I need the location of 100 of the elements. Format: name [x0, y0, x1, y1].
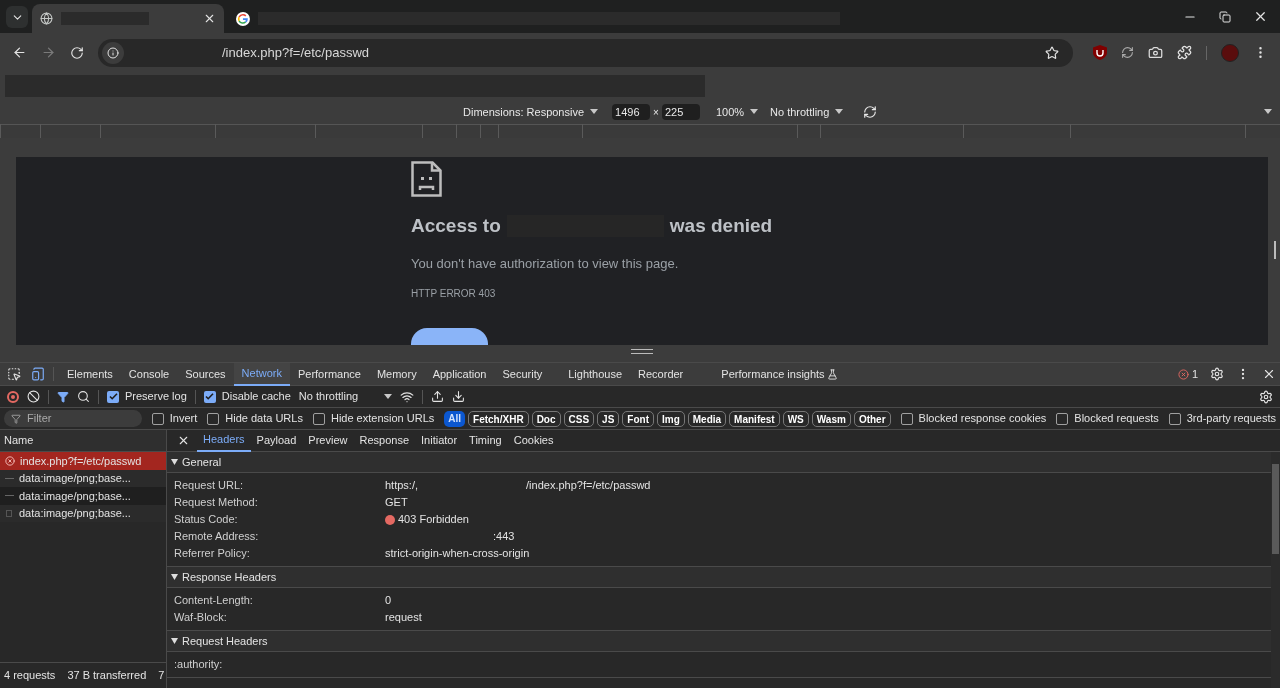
detail-tab[interactable]: Timing: [463, 429, 508, 452]
throttling-dropdown[interactable]: No throttling: [770, 103, 844, 121]
export-icon[interactable]: [452, 390, 466, 403]
address-bar[interactable]: /index.php?f=/etc/passwd: [97, 38, 1074, 67]
throttling-dropdown[interactable]: No throttling: [298, 388, 393, 405]
clear-icon[interactable]: [27, 390, 40, 403]
devtools-tab[interactable]: Security: [494, 362, 551, 386]
type-filter-chip[interactable]: CSS: [563, 410, 595, 427]
inspect-icon[interactable]: [7, 367, 21, 381]
section-header[interactable]: Request Headers: [167, 631, 1271, 652]
devtools-tab[interactable]: Performance: [289, 362, 369, 386]
close-window-icon[interactable]: [1253, 9, 1268, 24]
type-filter-chip[interactable]: Media: [687, 410, 727, 427]
back-icon[interactable]: [12, 45, 27, 60]
forward-icon[interactable]: [41, 45, 56, 60]
devtools-tab[interactable]: Console: [120, 362, 178, 386]
checkbox[interactable]: Blocked requests: [1056, 410, 1159, 427]
checkbox[interactable]: Hide extension URLs: [312, 410, 435, 427]
header-value: GET: [385, 495, 408, 511]
header-value: 0: [385, 593, 392, 609]
devtools-tab[interactable]: Network: [233, 362, 290, 386]
drag-handle[interactable]: [631, 349, 653, 354]
header-name: Referrer Policy:: [174, 546, 251, 562]
times-sign: ×: [653, 105, 659, 120]
camera-icon[interactable]: [1148, 45, 1164, 60]
request-name: data:image/png;base...: [19, 506, 131, 521]
devtools-tab[interactable]: Memory: [368, 362, 425, 386]
checkbox[interactable]: 3rd-party requests: [1168, 410, 1276, 427]
request-row[interactable]: index.php?f=/etc/passwd: [0, 452, 166, 470]
close-tab-icon[interactable]: [203, 12, 216, 25]
request-name: index.php?f=/etc/passwd: [20, 453, 142, 469]
caret-icon: [384, 393, 393, 400]
type-filter-chip[interactable]: Font: [622, 410, 654, 427]
globe-icon: [40, 12, 53, 25]
zoom-dropdown[interactable]: 100%: [715, 103, 759, 121]
filter-field[interactable]: Filter: [4, 410, 142, 427]
devtools-tab[interactable]: Performance insights: [713, 362, 846, 386]
detail-tab[interactable]: Response: [353, 429, 415, 452]
network-conditions-icon[interactable]: [400, 389, 415, 404]
heading-text: Access to: [411, 214, 501, 238]
bookmark-star-icon[interactable]: [1045, 45, 1060, 60]
detail-tab[interactable]: Cookies: [507, 429, 560, 452]
header-name: Status Code:: [174, 512, 239, 528]
name-column-header[interactable]: Name: [0, 430, 166, 452]
error-count[interactable]: 1: [1177, 365, 1198, 383]
search-icon[interactable]: [77, 390, 90, 403]
type-filter-chip[interactable]: Wasm: [811, 410, 851, 427]
type-filter-chip[interactable]: Doc: [531, 410, 561, 427]
type-filter-chip[interactable]: Img: [657, 410, 685, 427]
devtools-tab[interactable]: Lighthouse: [560, 362, 631, 386]
heading-text: was denied: [669, 214, 773, 238]
checkbox[interactable]: Preserve log: [107, 388, 187, 405]
status-text: 37 B transferred: [67, 668, 147, 684]
close-detail-icon[interactable]: [177, 434, 190, 447]
extensions-icon[interactable]: [1177, 45, 1192, 60]
flask-icon: [826, 368, 838, 380]
devtools-tab[interactable]: Application: [424, 362, 495, 386]
close-devtools-icon[interactable]: [1262, 367, 1276, 381]
request-row[interactable]: data:image/png;base...: [0, 487, 166, 505]
type-filter-chip[interactable]: Other: [853, 410, 891, 427]
detail-tab[interactable]: Preview: [302, 429, 354, 452]
device-toggle-icon[interactable]: [31, 367, 45, 381]
type-filter-chip[interactable]: JS: [597, 410, 620, 427]
section-header[interactable]: Response Headers: [167, 567, 1271, 588]
reload-icon[interactable]: [69, 45, 84, 60]
shield-extension-icon[interactable]: [1093, 45, 1108, 60]
devtools-tab[interactable]: Sources: [177, 362, 234, 386]
width-field[interactable]: 1496: [612, 104, 651, 120]
rotate-icon[interactable]: [863, 105, 878, 119]
record-icon[interactable]: [7, 390, 19, 403]
height-field[interactable]: 225: [661, 104, 700, 120]
dimensions-dropdown[interactable]: Dimensions: Responsive: [463, 103, 599, 121]
site-info-button[interactable]: [101, 41, 124, 64]
header-name: Request URL:: [174, 478, 245, 494]
section-header[interactable]: General: [167, 452, 1271, 473]
devtools-tab[interactable]: Recorder: [630, 362, 692, 386]
request-name: data:image/png;base...: [19, 488, 131, 504]
settings-icon[interactable]: [1210, 367, 1224, 381]
tab-search-button[interactable]: [6, 6, 28, 28]
type-filter-chip[interactable]: Fetch/XHR: [468, 410, 529, 427]
status-text: 4 requests: [4, 668, 56, 684]
request-name: data:image/png;base...: [19, 471, 131, 486]
filter-icon[interactable]: [57, 390, 69, 403]
type-filter-chip[interactable]: WS: [782, 410, 809, 427]
triangle-icon: [171, 638, 178, 644]
type-filter-chip[interactable]: Manifest: [729, 410, 780, 427]
detail-tab[interactable]: Initiator: [415, 429, 464, 452]
detail-tab[interactable]: Payload: [250, 429, 303, 452]
checkbox[interactable]: Disable cache: [203, 388, 291, 405]
checkbox[interactable]: Hide data URLs: [207, 410, 303, 427]
import-icon[interactable]: [431, 390, 445, 403]
checkbox[interactable]: Blocked response cookies: [900, 410, 1047, 427]
type-filter-chip[interactable]: All: [444, 410, 466, 427]
info-icon: [106, 46, 119, 59]
network-settings-icon[interactable]: [1259, 389, 1273, 404]
sync-extension-icon[interactable]: [1121, 46, 1135, 59]
restore-icon[interactable]: [1219, 10, 1231, 23]
checkbox[interactable]: Invert: [151, 410, 198, 427]
devtools-tab[interactable]: Elements: [59, 362, 121, 386]
resize-handle[interactable]: [1274, 241, 1276, 259]
